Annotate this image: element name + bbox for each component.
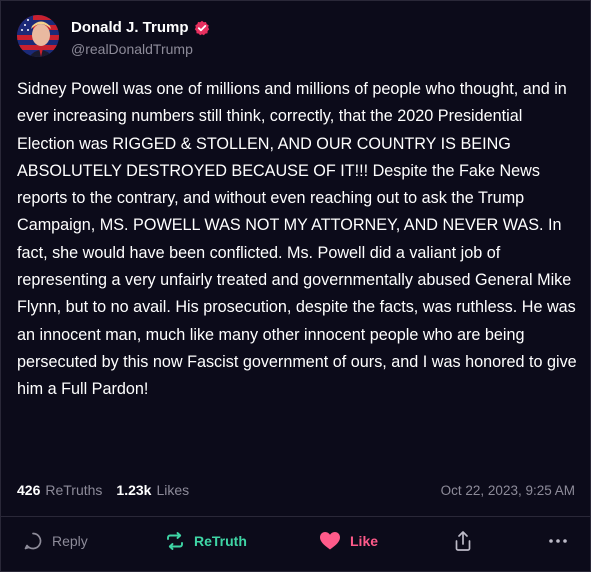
share-icon: [453, 530, 473, 552]
heart-icon: [319, 531, 341, 551]
more-options-button[interactable]: [548, 523, 568, 559]
post-stats: 426 ReTruths 1.23k Likes Oct 22, 2023, 9…: [17, 482, 575, 498]
avatar[interactable]: [17, 15, 59, 57]
more-dots-icon: [548, 538, 568, 544]
author-names: Donald J. Trump @realDonaldTrump: [71, 19, 210, 57]
likes-label[interactable]: Likes: [156, 482, 189, 498]
divider: [1, 516, 591, 517]
reply-button[interactable]: Reply: [23, 523, 88, 559]
likes-count[interactable]: 1.23k: [116, 482, 151, 498]
post-card: Donald J. Trump @realDonaldTrump Sidney …: [0, 0, 591, 572]
retruth-label: ReTruth: [194, 533, 247, 549]
name-row: Donald J. Trump: [71, 19, 210, 36]
retruths-label[interactable]: ReTruths: [45, 482, 102, 498]
share-button[interactable]: [453, 523, 473, 559]
post-timestamp[interactable]: Oct 22, 2023, 9:25 AM: [441, 483, 575, 498]
retruth-button[interactable]: ReTruth: [165, 523, 247, 559]
retruths-count[interactable]: 426: [17, 482, 40, 498]
action-bar: Reply ReTruth Like: [1, 523, 591, 559]
avatar-image: [17, 15, 59, 57]
like-button[interactable]: Like: [319, 523, 378, 559]
post-header: Donald J. Trump @realDonaldTrump: [17, 15, 210, 57]
speech-bubble-icon: [23, 531, 43, 551]
like-label: Like: [350, 533, 379, 549]
verified-badge-icon: [194, 20, 210, 36]
retruth-arrows-icon: [165, 531, 185, 551]
reply-label: Reply: [52, 533, 88, 549]
author-handle[interactable]: @realDonaldTrump: [71, 41, 210, 57]
display-name[interactable]: Donald J. Trump: [71, 19, 189, 36]
post-text: Sidney Powell was one of millions and mi…: [17, 80, 577, 399]
